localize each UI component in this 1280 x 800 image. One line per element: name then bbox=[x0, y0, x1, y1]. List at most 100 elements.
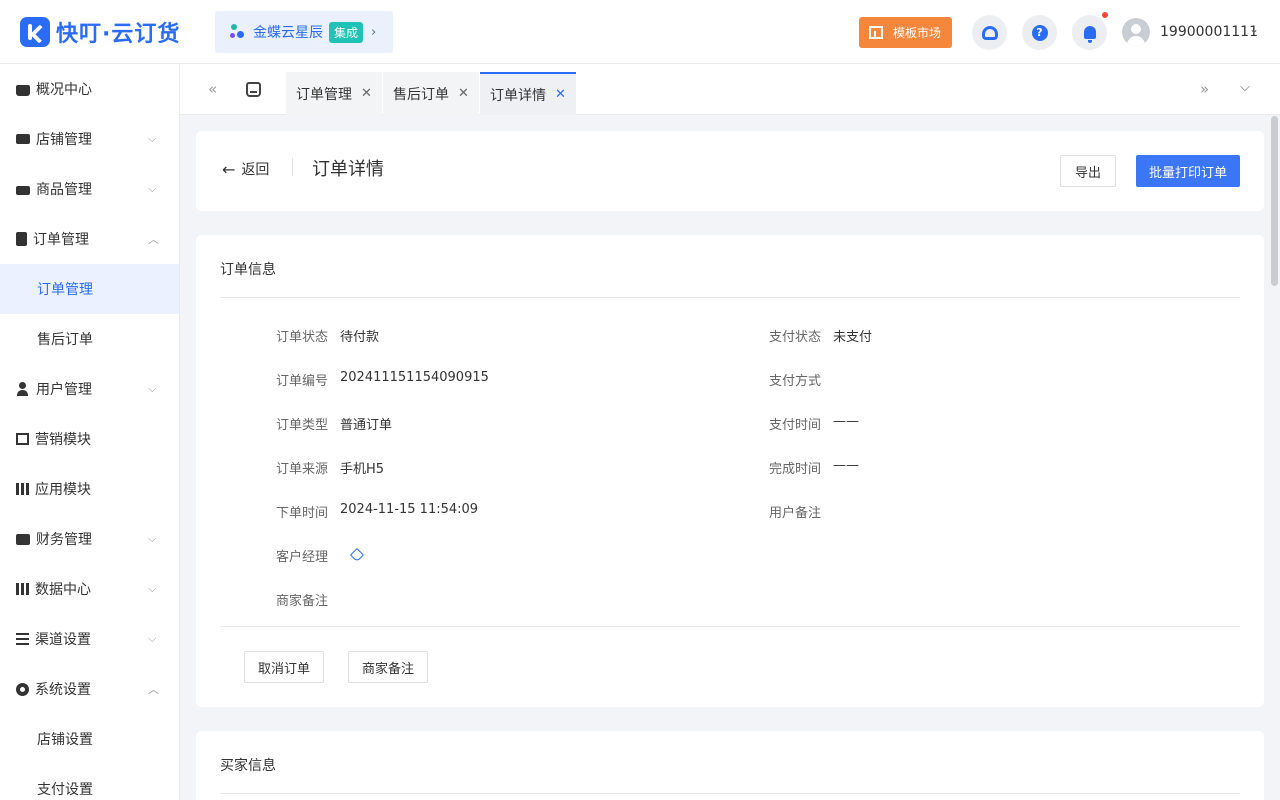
clipboard-icon bbox=[16, 232, 27, 246]
order-info-card: 订单信息 订单状态 待付款 订单编号 202411151154090915 订单… bbox=[196, 235, 1264, 707]
close-icon[interactable]: ✕ bbox=[555, 87, 566, 102]
field-order-time: 下单时间 2024-11-15 11:54:09 bbox=[276, 502, 478, 521]
kingdee-integration-link[interactable]: 金蝶云星辰 集成 › bbox=[215, 11, 393, 53]
buyer-info-card: 买家信息 bbox=[196, 731, 1264, 800]
chevron-down-icon: ⌵ bbox=[148, 182, 157, 195]
chevron-right-icon: › bbox=[371, 24, 377, 40]
field-order-type: 订单类型 普通订单 bbox=[276, 414, 392, 433]
chevron-down-icon: ⌵ bbox=[148, 632, 157, 645]
customer-service-button[interactable] bbox=[972, 15, 1007, 50]
merchant-note-button[interactable]: 商家备注 bbox=[348, 651, 428, 683]
field-label: 订单状态 bbox=[276, 330, 329, 345]
double-chevron-right-icon[interactable]: » bbox=[1200, 80, 1209, 98]
tab-after-sales[interactable]: 售后订单 ✕ bbox=[383, 72, 479, 115]
double-chevron-left-icon[interactable]: « bbox=[208, 80, 217, 98]
home-icon[interactable] bbox=[246, 82, 261, 97]
top-header: 快叮·云订货 金蝶云星辰 集成 › 模板市场 ? 19900001111 ⌄ bbox=[0, 0, 1280, 64]
kingdee-logo-icon bbox=[229, 22, 249, 42]
avatar[interactable] bbox=[1122, 18, 1150, 46]
export-button[interactable]: 导出 bbox=[1060, 155, 1116, 187]
field-merchant-note: 商家备注 bbox=[276, 590, 340, 609]
sidebar-item-finance[interactable]: 财务管理 ⌵ bbox=[0, 514, 179, 564]
sidebar-item-overview[interactable]: 概况中心 bbox=[0, 64, 179, 114]
field-value: 普通订单 bbox=[340, 418, 393, 433]
sidebar-subitem-payment-settings[interactable]: 支付设置 bbox=[0, 764, 179, 800]
chevron-down-icon: ⌵ bbox=[148, 132, 157, 145]
page-header-card: ← 返回 订单详情 导出 批量打印订单 bbox=[196, 131, 1264, 211]
template-icon bbox=[869, 26, 883, 39]
tab-order-detail[interactable]: 订单详情 ✕ bbox=[480, 72, 576, 115]
list-icon bbox=[16, 633, 29, 645]
sidebar-item-channels[interactable]: 渠道设置 ⌵ bbox=[0, 614, 179, 664]
help-button[interactable]: ? bbox=[1022, 15, 1057, 50]
field-label: 用户备注 bbox=[769, 506, 822, 521]
sidebar-subitem-label: 支付设置 bbox=[37, 782, 93, 798]
field-order-number: 订单编号 202411151154090915 bbox=[276, 370, 489, 389]
field-value: —— bbox=[833, 458, 859, 473]
field-value: 2024-11-15 11:54:09 bbox=[340, 502, 479, 517]
sidebar: 概况中心 店铺管理 ⌵ 商品管理 ⌵ 订单管理 ︿ 订单管理 售后订单 用户管理… bbox=[0, 64, 180, 800]
field-account-manager: 客户经理 bbox=[276, 546, 365, 565]
chevron-down-icon[interactable]: ⌄ bbox=[1249, 22, 1259, 36]
back-label: 返回 bbox=[241, 162, 270, 178]
sidebar-item-system-settings[interactable]: 系统设置 ︿ bbox=[0, 664, 179, 714]
field-value: 未支付 bbox=[833, 330, 873, 345]
divider bbox=[220, 793, 1240, 794]
user-icon bbox=[16, 382, 30, 396]
field-completion-time: 完成时间 —— bbox=[769, 458, 859, 477]
sidebar-subitem-store-settings[interactable]: 店铺设置 bbox=[0, 714, 179, 764]
tab-order-management[interactable]: 订单管理 ✕ bbox=[286, 72, 382, 115]
integration-badge: 集成 bbox=[329, 21, 364, 43]
sidebar-item-apps[interactable]: 应用模块 bbox=[0, 464, 179, 514]
customer-service-icon bbox=[981, 25, 998, 40]
vertical-scrollbar[interactable] bbox=[1271, 116, 1278, 286]
sidebar-item-users[interactable]: 用户管理 ⌵ bbox=[0, 364, 179, 414]
sidebar-item-label: 营销模块 bbox=[35, 432, 91, 448]
sidebar-item-label: 商品管理 bbox=[36, 182, 92, 198]
bag-icon bbox=[16, 85, 30, 96]
bell-icon bbox=[1083, 26, 1096, 43]
sidebar-item-data-center[interactable]: 数据中心 ⌵ bbox=[0, 564, 179, 614]
notification-button[interactable] bbox=[1072, 15, 1107, 50]
sidebar-subitem-after-sales[interactable]: 售后订单 bbox=[0, 314, 179, 364]
sidebar-subitem-order-management[interactable]: 订单管理 bbox=[0, 264, 179, 314]
logo-icon bbox=[20, 17, 50, 47]
batch-print-orders-button[interactable]: 批量打印订单 bbox=[1136, 155, 1240, 187]
bar-chart-icon bbox=[16, 583, 29, 595]
user-account-label[interactable]: 19900001111 bbox=[1160, 24, 1258, 40]
back-button[interactable]: ← 返回 bbox=[222, 159, 269, 179]
sidebar-item-orders[interactable]: 订单管理 ︿ bbox=[0, 214, 179, 264]
template-market-label: 模板市场 bbox=[893, 26, 942, 40]
field-label: 订单来源 bbox=[276, 462, 329, 477]
sidebar-subitem-label: 售后订单 bbox=[37, 332, 93, 348]
edit-icon[interactable] bbox=[349, 547, 365, 563]
sidebar-item-label: 数据中心 bbox=[35, 582, 91, 598]
sidebar-item-label: 系统设置 bbox=[35, 682, 91, 698]
sidebar-item-marketing[interactable]: 营销模块 bbox=[0, 414, 179, 464]
field-value: 202411151154090915 bbox=[340, 370, 489, 385]
trend-icon bbox=[16, 433, 29, 445]
brand-logo[interactable]: 快叮·云订货 bbox=[20, 17, 180, 47]
sidebar-item-products[interactable]: 商品管理 ⌵ bbox=[0, 164, 179, 214]
close-icon[interactable]: ✕ bbox=[458, 86, 469, 101]
shop-icon bbox=[16, 134, 30, 144]
divider bbox=[220, 626, 1240, 627]
template-market-button[interactable]: 模板市场 bbox=[859, 17, 952, 48]
close-icon[interactable]: ✕ bbox=[361, 86, 372, 101]
sidebar-item-label: 订单管理 bbox=[33, 232, 89, 248]
chevron-up-icon: ︿ bbox=[148, 683, 159, 696]
field-label: 支付时间 bbox=[769, 418, 822, 433]
field-label: 订单编号 bbox=[276, 374, 329, 389]
section-title-order-info: 订单信息 bbox=[220, 262, 276, 278]
field-label: 支付方式 bbox=[769, 374, 822, 389]
tab-bar: « 订单管理 ✕ 售后订单 ✕ 订单详情 ✕ » ⌵ bbox=[180, 64, 1280, 115]
sidebar-item-store[interactable]: 店铺管理 ⌵ bbox=[0, 114, 179, 164]
chevron-down-icon[interactable]: ⌵ bbox=[1240, 80, 1250, 95]
tab-label: 订单管理 bbox=[296, 86, 352, 103]
box-icon bbox=[16, 186, 30, 195]
cancel-order-button[interactable]: 取消订单 bbox=[244, 651, 324, 683]
tab-label: 订单详情 bbox=[490, 87, 546, 104]
field-label: 下单时间 bbox=[276, 506, 329, 521]
sidebar-subitem-label: 店铺设置 bbox=[37, 732, 93, 748]
field-label: 完成时间 bbox=[769, 462, 822, 477]
